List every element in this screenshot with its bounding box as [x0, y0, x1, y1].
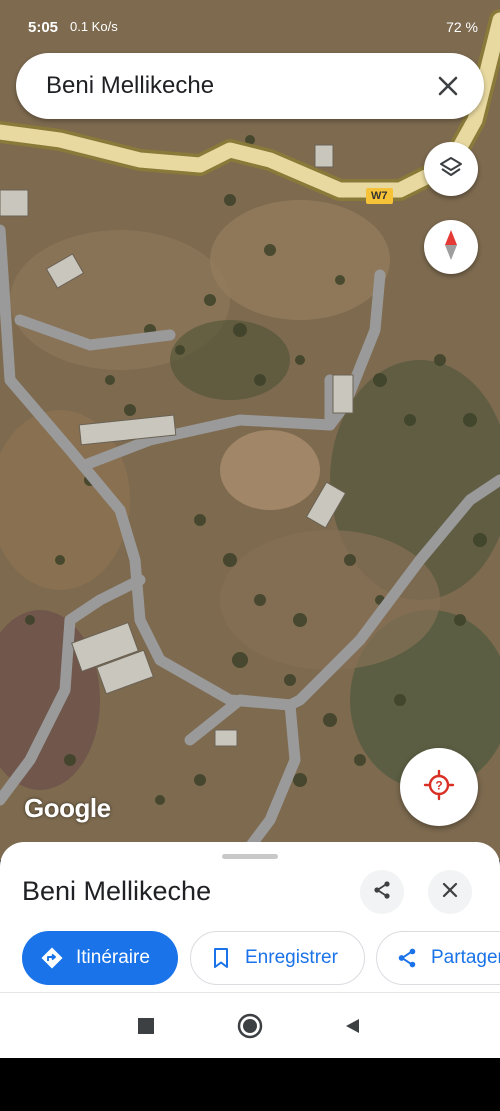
home-icon[interactable]: [235, 1011, 265, 1041]
save-label: Enregistrer: [245, 947, 338, 968]
share-chip-label: Partager: [431, 947, 500, 968]
satellite-imagery: [0, 0, 500, 860]
system-nav-bar: [0, 992, 500, 1059]
compass-button[interactable]: [424, 220, 478, 274]
close-sheet-button[interactable]: [428, 870, 472, 914]
close-icon: [440, 880, 460, 905]
status-bar: 5:05 0.1 Ko/s 72 %: [0, 0, 500, 44]
google-logo: Google: [24, 793, 111, 823]
compass-icon: [441, 229, 461, 266]
share-chip-button[interactable]: Partager: [376, 931, 500, 985]
directions-label: Itinéraire: [76, 947, 150, 968]
my-location-button[interactable]: ?: [400, 748, 478, 826]
share-button[interactable]: [360, 870, 404, 914]
close-icon[interactable]: [430, 68, 466, 104]
screen-bottom-bezel: [0, 1058, 500, 1111]
status-battery: 72 %: [446, 19, 478, 35]
road-label-w7: W7: [366, 188, 393, 204]
back-icon[interactable]: [337, 1011, 367, 1041]
svg-text:?: ?: [435, 778, 442, 792]
layers-icon: [438, 154, 464, 185]
place-title: Beni Mellikeche: [22, 876, 212, 906]
map-view[interactable]: W7 Google: [0, 0, 500, 860]
save-button[interactable]: Enregistrer: [190, 931, 365, 985]
status-network-speed: 0.1 Ko/s: [70, 19, 118, 34]
layers-button[interactable]: [424, 142, 478, 196]
search-query[interactable]: Beni Mellikeche: [46, 72, 214, 100]
directions-button[interactable]: Itinéraire: [22, 931, 178, 985]
bookmark-icon: [209, 946, 233, 970]
place-sheet[interactable]: Beni Mellikeche Itinéraire Enregistrer P…: [0, 842, 500, 992]
my-location-icon: ?: [422, 768, 456, 807]
status-time: 5:05: [28, 19, 59, 36]
share-icon: [395, 946, 419, 970]
directions-icon: [40, 946, 64, 970]
sheet-drag-handle[interactable]: [222, 854, 278, 859]
recent-apps-icon[interactable]: [131, 1011, 161, 1041]
share-icon: [371, 879, 393, 906]
search-bar[interactable]: Beni Mellikeche: [16, 53, 484, 119]
